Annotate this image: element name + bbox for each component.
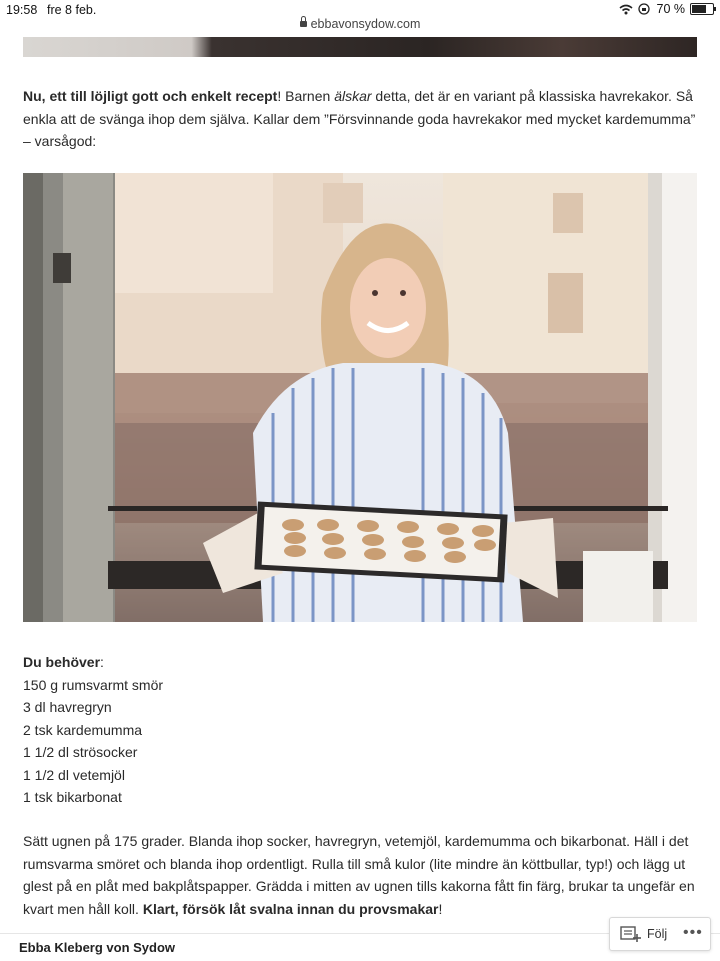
- ingredient-item: 150 g rumsvarmt smör: [23, 676, 164, 693]
- follow-label: Följ: [647, 927, 668, 941]
- previous-image-bottom: [23, 37, 697, 57]
- instructions-end: !: [438, 900, 443, 917]
- battery-percent: 70 %: [656, 2, 686, 16]
- status-time: 19:58: [6, 3, 38, 17]
- more-button[interactable]: •••: [683, 924, 703, 942]
- status-right: 70 %: [618, 2, 716, 16]
- intro-text-1: ! Barnen: [277, 88, 335, 104]
- ingredients-heading-text: Du behöver: [23, 654, 101, 670]
- url-bar[interactable]: ebbavonsydow.com: [0, 16, 720, 31]
- intro-bold: Nu, ett till löjligt gott och enkelt rec…: [23, 88, 278, 104]
- intro-em: älskar: [334, 88, 372, 104]
- recipe-photo[interactable]: [23, 173, 697, 622]
- ingredient-item: 1 tsk bikarbonat: [23, 789, 122, 805]
- photo-illustration: [23, 173, 697, 622]
- ingredients-heading-colon: :: [100, 654, 104, 670]
- follow-icon: [620, 926, 641, 942]
- url-text: ebbavonsydow.com: [310, 17, 421, 31]
- site-name[interactable]: Ebba Kleberg von Sydow: [19, 940, 175, 955]
- follow-button[interactable]: Följ •••: [609, 917, 711, 951]
- ingredient-item: 1 1/2 dl vetemjöl: [23, 766, 125, 783]
- ingredient-item: 1 1/2 dl strösocker: [23, 744, 138, 760]
- intro-paragraph: Nu, ett till löjligt gott och enkelt rec…: [23, 85, 697, 153]
- ingredients-heading: Du behöver:: [23, 651, 163, 674]
- ingredient-item: 3 dl havregryn: [23, 699, 112, 715]
- wifi-icon: [618, 4, 633, 14]
- instructions-bold: Klart, försök låt svalna innan du provsm…: [142, 900, 439, 917]
- orientation-lock-icon: [637, 3, 650, 15]
- battery-icon: [690, 3, 716, 15]
- status-bar: 19:58 fre 8 feb. 70 % ebbavonsydow.com: [0, 0, 720, 31]
- instructions-paragraph: Sätt ugnen på 175 grader. Blanda ihop so…: [23, 830, 697, 920]
- status-date: fre 8 feb.: [47, 3, 97, 17]
- ingredient-item: 2 tsk kardemumma: [23, 721, 143, 738]
- ingredients-list: Du behöver: 150 g rumsvarmt smör 3 dl ha…: [23, 651, 163, 809]
- lock-icon: [299, 16, 307, 27]
